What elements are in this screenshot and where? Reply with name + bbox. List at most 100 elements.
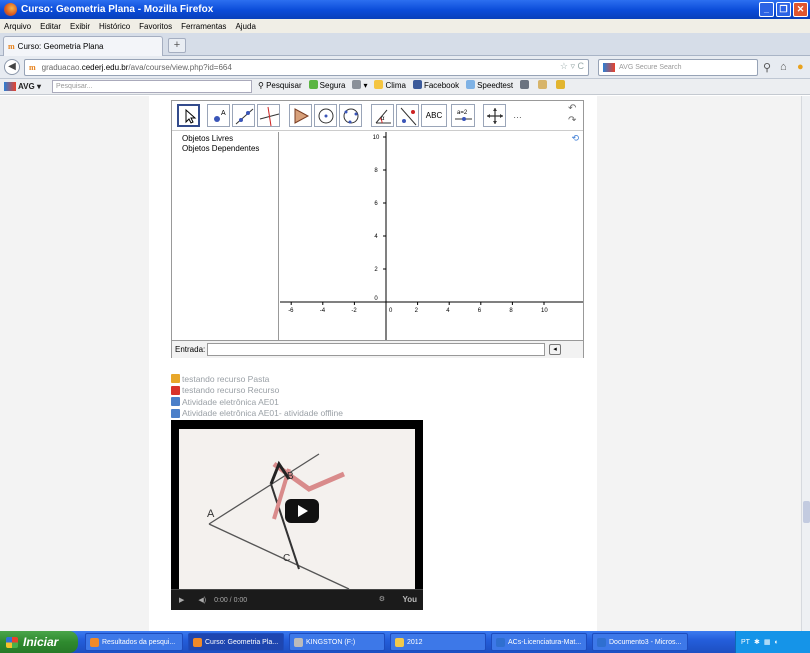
algebra-free-objects[interactable]: Objetos Livres (182, 134, 278, 144)
vertical-scrollbar[interactable] (801, 96, 810, 631)
youtube-video-player[interactable]: A B C ▶ ◀) 0:00 / 0:00 ⚙ You (171, 420, 423, 610)
addon-icon[interactable]: ● (797, 61, 804, 73)
maximize-button[interactable]: ❐ (776, 2, 791, 17)
menu-exibir[interactable]: Exibir (70, 22, 90, 31)
more-tools-icon[interactable]: … (513, 110, 522, 120)
start-button[interactable]: Iniciar (0, 631, 78, 653)
tab-geometria-plana[interactable]: m Curso: Geometria Plana (3, 36, 163, 56)
input-help-icon[interactable]: ◂ (549, 344, 561, 355)
tool-polygon[interactable] (289, 104, 312, 127)
taskbar-button-folder[interactable]: 2012 (390, 633, 486, 651)
tool-perpendicular[interactable] (257, 104, 280, 127)
taskbar-button-course[interactable]: Curso: Geometria Pla... (188, 633, 284, 651)
tool-text[interactable]: ABC (421, 104, 447, 127)
notes-icon (538, 80, 548, 89)
resource-item[interactable]: Atividade eletrônica AE01- atividade off… (171, 408, 343, 419)
volume-tray-icon[interactable]: ◐ (774, 639, 778, 646)
x-tick-label: -2 (351, 308, 357, 314)
avg-calculator-button[interactable] (520, 80, 531, 90)
resource-item[interactable]: testando recurso Pasta (171, 373, 343, 384)
site-icon: m (29, 63, 36, 72)
weather-icon (374, 80, 384, 89)
resource-item[interactable]: testando recurso Recurso (171, 385, 343, 396)
trash-icon (352, 80, 362, 89)
algebra-dependent-objects[interactable]: Objetos Dependentes (182, 144, 278, 154)
input-bar: Entrada: ◂ (172, 340, 583, 358)
x-tick-label: 0 (389, 308, 393, 314)
menu-historico[interactable]: Histórico (99, 22, 130, 31)
resource-item[interactable]: Atividade eletrônica AE01 (171, 396, 343, 407)
taskbar-button-word-doc[interactable]: Documento3 - Micros... (592, 633, 688, 651)
tool-move[interactable] (177, 104, 200, 127)
avg-search-input[interactable]: Pesquisar... (52, 80, 252, 93)
bluetooth-icon[interactable]: ✱ (754, 638, 760, 646)
tool-circle-three-points[interactable] (339, 104, 362, 127)
avg-facebook-button[interactable]: Facebook (412, 80, 459, 90)
minimize-button[interactable]: _ (759, 2, 774, 17)
scrollbar-thumb[interactable] (803, 501, 810, 523)
bookmark-star-icon[interactable]: ☆ ▿ C (560, 61, 584, 72)
menu-editar[interactable]: Editar (40, 22, 61, 31)
taskbar-button-results[interactable]: Resultados da pesqui... (85, 633, 183, 651)
x-tick-label: 6 (478, 308, 482, 314)
svg-text:α: α (381, 116, 385, 122)
graphics-view[interactable]: -6 -4 -2 0 2 4 6 8 10 10 8 6 4 2 0 ⟲ (280, 132, 583, 340)
graphics-style-icon[interactable]: ⟲ (571, 133, 579, 144)
url-bar[interactable]: m graduacao. cederj.edu.br/ava/course/vie… (24, 59, 589, 76)
tool-circle-center[interactable] (314, 104, 337, 127)
new-tab-button[interactable]: + (168, 38, 186, 53)
home-icon[interactable]: ⌂ (780, 61, 787, 73)
input-field[interactable] (207, 343, 546, 356)
video-frame[interactable]: A B C (179, 429, 415, 590)
drive-icon (294, 637, 303, 647)
shield-icon (308, 80, 318, 89)
taskbar-button-kingston[interactable]: KINGSTON (F:) (289, 633, 385, 651)
tool-angle[interactable]: α (371, 104, 394, 127)
play-icon[interactable]: ▶ (179, 596, 184, 604)
menu-favoritos[interactable]: Favoritos (139, 22, 172, 31)
network-icon[interactable]: ▦ (764, 638, 771, 646)
volume-icon[interactable]: ◀) (198, 596, 206, 604)
avg-settings-button[interactable] (556, 80, 567, 90)
coordinate-axes[interactable]: -6 -4 -2 0 2 4 6 8 10 10 8 6 4 2 0 (280, 132, 583, 340)
search-icon[interactable]: ⚲ (763, 61, 771, 74)
polygon-icon (294, 108, 310, 124)
search-placeholder: AVG Secure Search (619, 64, 682, 71)
youtube-logo[interactable]: You (402, 595, 417, 604)
tool-move-graphics[interactable] (483, 104, 506, 127)
avg-speedtest-button[interactable]: Speedtest (466, 80, 513, 90)
tool-reflect[interactable] (396, 104, 419, 127)
line-icon (235, 108, 254, 125)
undo-icon[interactable]: ↶ (568, 103, 576, 114)
avg-notes-button[interactable] (538, 80, 549, 90)
menu-ferramentas[interactable]: Ferramentas (181, 22, 226, 31)
settings-icon[interactable]: ⚙ (379, 595, 385, 603)
menu-ajuda[interactable]: Ajuda (235, 22, 255, 31)
play-button[interactable] (285, 499, 319, 523)
web-search-input[interactable]: AVG Secure Search (598, 59, 758, 76)
avg-clima-button[interactable]: Clima (374, 80, 406, 90)
avg-toolbar-items: ⚲ Pesquisar Segura ▾ Clima Facebook Spee… (258, 80, 567, 90)
redo-icon[interactable]: ↷ (568, 115, 576, 126)
avg-trash-button[interactable]: ▾ (352, 80, 367, 90)
back-button[interactable]: ◀ (4, 59, 20, 75)
moodle-icon: m (8, 42, 15, 51)
gear-icon (556, 80, 566, 89)
tool-point[interactable]: A (207, 104, 230, 127)
x-tick-label: -6 (288, 308, 294, 314)
avg-segura-button[interactable]: Segura (308, 80, 345, 90)
taskbar-button-word-acs[interactable]: ACs-Licenciatura-Mat... (491, 633, 587, 651)
avg-pesquisar-button[interactable]: ⚲ Pesquisar (258, 81, 302, 90)
menu-arquivo[interactable]: Arquivo (4, 22, 31, 31)
tool-line[interactable] (232, 104, 255, 127)
tab-label: Curso: Geometria Plana (17, 42, 104, 51)
avg-menu-button[interactable]: AVG ▾ (4, 82, 41, 91)
close-button[interactable]: ✕ (793, 2, 808, 17)
tool-slider[interactable]: a=2 (451, 104, 475, 127)
firefox-icon (193, 637, 202, 647)
geogebra-applet[interactable]: A α ABC a=2 … ↶ ↷ Objetos Livres Objetos… (171, 100, 584, 358)
window-title: Curso: Geometria Plana - Mozilla Firefox (21, 4, 214, 15)
algebra-view[interactable]: Objetos Livres Objetos Dependentes (172, 132, 279, 340)
x-tick-label: 8 (509, 308, 513, 314)
language-indicator[interactable]: PT (741, 639, 750, 646)
